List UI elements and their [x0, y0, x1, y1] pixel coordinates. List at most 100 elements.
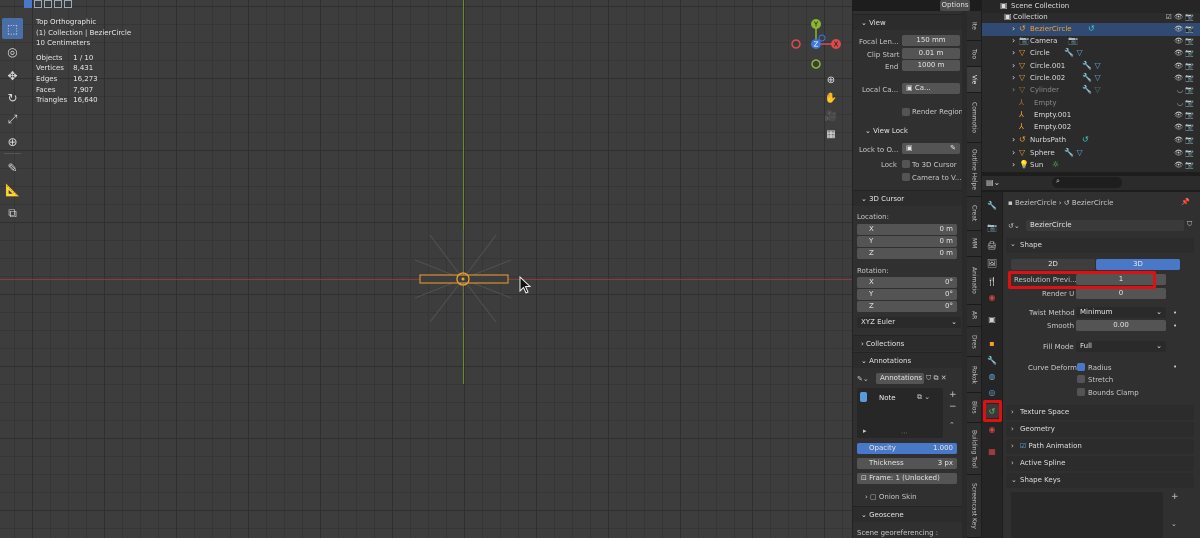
mode-3d-button[interactable]: 3D: [1096, 259, 1180, 270]
view-section-header[interactable]: ⌄ View: [853, 14, 963, 30]
render-region-checkbox[interactable]: [902, 108, 910, 116]
rotation-mode-dropdown[interactable]: XYZ Euler ⌄: [857, 317, 961, 328]
datablock-name-field[interactable]: BezierCircle: [1026, 220, 1184, 231]
outliner-item-empty[interactable]: ⅄ Empty ◡ 📷: [982, 97, 1200, 110]
twist-method-dropdown[interactable]: Minimum ⌄: [1076, 307, 1166, 318]
options-button[interactable]: Options: [940, 0, 970, 11]
bezier-circle-object[interactable]: [410, 230, 520, 330]
tab-rokok[interactable]: Rokok: [967, 357, 981, 393]
clip-end-field[interactable]: 1000 m: [902, 60, 960, 71]
visibility-icons[interactable]: 👁 📷: [1174, 60, 1194, 73]
camera-to-view-checkbox[interactable]: [902, 173, 910, 181]
view-lock-header[interactable]: ⌄ View Lock: [865, 127, 908, 135]
modifier-tab-icon[interactable]: 🔧: [985, 353, 999, 367]
tab-tool[interactable]: Too: [967, 41, 981, 67]
remove-layer-button[interactable]: −: [949, 402, 957, 412]
outliner-item-empty-002[interactable]: ⅄ Empty.002 👁 📷: [982, 121, 1200, 134]
tab-outline-helper[interactable]: Outline Helpe: [967, 143, 981, 197]
output-tab-icon[interactable]: 🖨: [985, 238, 999, 252]
hidden-icons[interactable]: ◡ 📷: [1177, 97, 1194, 110]
cursor-rotation-x[interactable]: X 0°: [857, 277, 957, 288]
tab-mm[interactable]: MM: [967, 231, 981, 257]
render-u-field[interactable]: 0: [1076, 288, 1166, 299]
shape-panel-header[interactable]: Shape: [1006, 238, 1194, 253]
select-mode-icons[interactable]: [24, 0, 72, 9]
tab-ar[interactable]: AR: [967, 305, 981, 327]
visibility-icons[interactable]: 👁 📷: [1174, 23, 1194, 36]
bounds-clamp-checkbox[interactable]: [1077, 388, 1085, 396]
clip-start-field[interactable]: 0.01 m: [902, 48, 960, 59]
move-layer-icon[interactable]: ⌃: [949, 421, 955, 429]
active-spline-header[interactable]: Active Spline: [1006, 456, 1194, 471]
outliner-item-empty-001[interactable]: ⅄ Empty.001 👁 📷: [982, 109, 1200, 122]
tab-building-tool[interactable]: Building Tool: [967, 423, 981, 475]
select-subtract-icon[interactable]: [44, 0, 52, 8]
render-tab-icon[interactable]: 📷: [985, 220, 999, 234]
collection-tab-icon[interactable]: ▣: [985, 312, 999, 326]
material-tab-icon[interactable]: ◉: [985, 422, 999, 436]
add-cube-tool-icon[interactable]: ⧉: [2, 203, 23, 224]
opacity-slider[interactable]: Opacity 1.000: [857, 443, 957, 454]
cursor-rotation-y[interactable]: Y 0°: [857, 289, 957, 300]
note-layer-name[interactable]: Note: [879, 394, 896, 402]
expand-icon[interactable]: ›: [1012, 23, 1015, 36]
select-invert-icon[interactable]: [54, 0, 62, 8]
radius-checkbox[interactable]: [1077, 363, 1085, 371]
path-animation-header[interactable]: ☑ Path Animation: [1006, 439, 1194, 454]
shape-key-menu-icon[interactable]: ⌄: [1171, 520, 1177, 528]
editor-type-icon[interactable]: ▤⌄: [986, 178, 1000, 187]
world-tab-icon[interactable]: ◉: [985, 290, 999, 304]
collection-row[interactable]: ▣ Collection ☑ 👁 📷: [982, 11, 1200, 24]
tab-dres[interactable]: Dres: [967, 327, 981, 357]
lock-to-object-field[interactable]: ✎ ▣: [902, 143, 960, 154]
path-animation-checkbox[interactable]: ☑: [1020, 442, 1026, 450]
visibility-icons[interactable]: 👁 📷: [1174, 72, 1194, 85]
tool-tab-icon[interactable]: 🔧: [985, 198, 999, 212]
keyframe-dot-icon[interactable]: •: [1173, 309, 1177, 317]
add-layer-button[interactable]: +: [949, 390, 957, 400]
scale-tool-icon[interactable]: ⤢: [2, 109, 23, 130]
shape-keys-header[interactable]: Shape Keys: [1006, 473, 1194, 488]
annotate-tool-icon[interactable]: ✎: [2, 157, 23, 178]
zoom-icon[interactable]: ⊕: [823, 72, 839, 88]
properties-search-input[interactable]: ⌕: [1052, 177, 1122, 188]
select-extend-icon[interactable]: [34, 0, 42, 8]
hidden-icons[interactable]: ◡ 📷: [1177, 84, 1194, 97]
physics-tab-icon[interactable]: ◎: [985, 385, 999, 399]
eyedropper-icon[interactable]: ✎: [950, 143, 956, 154]
outliner-item-nurbspath[interactable]: › ↺ NurbsPath ↺ 👁 📷: [982, 134, 1200, 147]
view-layer-tab-icon[interactable]: 🖼: [985, 256, 999, 270]
tab-item[interactable]: Ite: [967, 11, 981, 41]
collections-header[interactable]: › Collections: [853, 335, 963, 351]
3d-cursor-header[interactable]: ⌄ 3D Cursor: [853, 190, 963, 206]
keyframe-dot-icon[interactable]: •: [1173, 363, 1177, 371]
focal-length-field[interactable]: 150 mm: [902, 35, 960, 46]
note-color-swatch[interactable]: [860, 392, 867, 402]
visibility-icons[interactable]: 👁 📷: [1174, 109, 1194, 122]
annotations-header[interactable]: ⌄ Annotations: [853, 352, 963, 368]
outliner-item-sphere[interactable]: › ▽ Sphere 🔧 ▽ 👁 📷: [982, 147, 1200, 160]
smooth-field[interactable]: 0.00: [1076, 320, 1166, 331]
visibility-icons[interactable]: 👁 📷: [1174, 121, 1194, 134]
mode-2d-button[interactable]: 2D: [1011, 259, 1095, 270]
visibility-icons[interactable]: 👁 📷: [1174, 159, 1194, 172]
cursor-tool-icon[interactable]: ◎: [2, 41, 23, 62]
geometry-header[interactable]: Geometry: [1006, 422, 1194, 437]
tab-animation[interactable]: Animatio: [967, 257, 981, 305]
cursor-rotation-z[interactable]: Z 0°: [857, 301, 957, 312]
tab-blos[interactable]: Blos: [967, 393, 981, 423]
onion-skin-header[interactable]: › ▢ Onion Skin: [865, 493, 917, 501]
scene-tab-icon[interactable]: 🍴: [985, 274, 999, 288]
annotation-layer-icon[interactable]: ✎⌄: [857, 375, 869, 383]
transform-tool-icon[interactable]: ⊕: [2, 131, 23, 152]
tab-create[interactable]: Creat: [967, 197, 981, 231]
select-intersect-icon[interactable]: [64, 0, 72, 8]
outliner-item-circle[interactable]: › ▽ Circle 🔧 ▽ 👁 📷: [982, 47, 1200, 60]
particles-tab-icon[interactable]: ◍: [985, 369, 999, 383]
tab-screencast-key[interactable]: Screencast Key: [967, 475, 981, 538]
object-tab-icon[interactable]: ▪: [985, 336, 999, 350]
cursor-location-x[interactable]: X0 m: [857, 224, 957, 235]
tab-commotion[interactable]: Commotio: [967, 93, 981, 143]
list-resize-handle[interactable]: ⋯: [901, 429, 908, 437]
layer-visibility-icon[interactable]: ⧉ ⌄: [917, 393, 930, 402]
